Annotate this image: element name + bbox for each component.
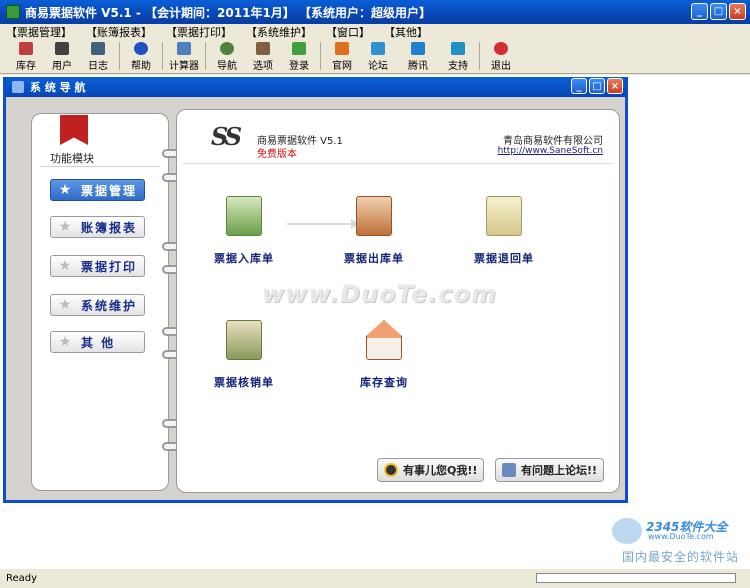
nav-area: 功能模块 ★ 票据管理 ★ 账簿报表 ★ 票据打印 ★ 系统维护 ★ 其 他 SS 商易票…: [6, 97, 625, 500]
nav-window-titlebar: 系 统 导 航 _ □ ×: [6, 77, 625, 97]
nav-window-title: 系 统 导 航: [30, 81, 86, 94]
toolbar-options-button[interactable]: 选项: [245, 42, 281, 72]
menu-bill-management[interactable]: 【票据管理】: [6, 24, 72, 40]
status-progress-bar: [536, 573, 736, 583]
app-icon: [6, 5, 20, 19]
module-button-ledger-reports[interactable]: ★ 账簿报表: [50, 216, 145, 238]
toolbar-user-button[interactable]: 用户: [44, 42, 80, 72]
nav-close-button[interactable]: ×: [607, 78, 623, 94]
site-watermark: www.DuoTe.com: [262, 280, 497, 308]
toolbar-website-button[interactable]: 官网: [324, 42, 360, 72]
help-icon: [134, 42, 148, 55]
user-icon: [55, 42, 69, 55]
toolbar-inventory-button[interactable]: 库存: [8, 42, 44, 72]
module-button-other[interactable]: ★ 其 他: [50, 331, 145, 353]
toolbar-log-button[interactable]: 日志: [80, 42, 116, 72]
return-icon: [486, 196, 522, 236]
writeoff-icon: [226, 320, 262, 360]
menu-bar: 【票据管理】 【账簿报表】 【票据打印】 【系统维护】 【窗口】 【其他】: [0, 24, 750, 40]
star-icon: ★: [58, 219, 72, 235]
company-logo: SS: [211, 122, 242, 151]
stock-out-icon: [356, 196, 392, 236]
exit-icon: [494, 42, 508, 55]
qq-icon: [411, 42, 425, 55]
divider: [40, 166, 160, 167]
toolbar-help-button[interactable]: 帮助: [123, 42, 159, 72]
toolbar-separator: [119, 42, 120, 70]
toolbar-navigate-button[interactable]: 导航: [209, 42, 245, 72]
nav-minimize-button[interactable]: _: [571, 78, 587, 94]
toolbar-exit-button[interactable]: 退出: [483, 42, 519, 72]
star-icon: ★: [58, 258, 72, 274]
module-button-bill-printing[interactable]: ★ 票据打印: [50, 255, 145, 277]
toolbar-calculator-button[interactable]: 计算器: [166, 42, 202, 72]
support-icon: [451, 42, 465, 55]
toolbar-separator: [162, 42, 163, 70]
writeoff-item[interactable]: 票据核销单: [189, 320, 299, 390]
forum-icon: [502, 463, 516, 477]
status-text: Ready: [6, 573, 38, 584]
module-panel: 功能模块 ★ 票据管理 ★ 账簿报表 ★ 票据打印 ★ 系统维护 ★ 其 他: [31, 113, 169, 491]
minimize-button[interactable]: _: [691, 3, 708, 20]
website-icon: [335, 42, 349, 55]
log-icon: [91, 42, 105, 55]
close-button[interactable]: ×: [729, 3, 746, 20]
nav-maximize-button[interactable]: □: [589, 78, 605, 94]
nav-window-icon: [12, 81, 24, 93]
forum-question-button[interactable]: 有问题上论坛!!: [495, 458, 605, 482]
options-icon: [256, 42, 270, 55]
module-section-label: 功能模块: [50, 152, 94, 165]
star-icon: ★: [58, 334, 72, 350]
toolbar-login-button[interactable]: 登录: [281, 42, 317, 72]
forum-icon: [371, 42, 385, 55]
menu-bill-printing[interactable]: 【票据打印】: [166, 24, 232, 40]
function-panel: SS 商易票据软件 V5.1 免费版本 青岛商易软件有限公司 http://ww…: [176, 109, 620, 493]
star-icon: ★: [58, 182, 72, 198]
company-url-link[interactable]: http://www.SaneSoft.cn: [498, 146, 603, 156]
calculator-icon: [177, 42, 191, 55]
menu-other[interactable]: 【其他】: [384, 24, 428, 40]
status-bar: Ready: [0, 568, 750, 588]
toolbar-qq-button[interactable]: 腾讯: [396, 42, 440, 72]
stock-out-item[interactable]: 票据出库单: [319, 196, 429, 266]
divider: [183, 163, 613, 164]
mascot-icon: [612, 518, 642, 544]
company-name: 青岛商易软件有限公司: [503, 136, 603, 147]
module-button-system-maintenance[interactable]: ★ 系统维护: [50, 294, 145, 316]
toolbar-forum-button[interactable]: 论坛: [360, 42, 396, 72]
stock-in-icon: [226, 196, 262, 236]
app-titlebar: 商易票据软件 V5.1 - 【会计期间：2011年1月】 【系统用户：超级用户】…: [0, 0, 750, 24]
toolbar-separator: [205, 42, 206, 70]
nav-window: 系 统 导 航 _ □ × 功能模块 ★ 票据管理 ★ 账簿报表 ★ 票据打印 ★ 系统…: [3, 77, 628, 503]
toolbar: 库存 用户 日志 帮助 计算器 导航 选项 登录 官网 论坛 腾讯 支持 退出: [0, 40, 750, 74]
toolbar-support-button[interactable]: 支持: [440, 42, 476, 72]
menu-window[interactable]: 【窗口】: [326, 24, 370, 40]
home-icon: [19, 42, 33, 55]
star-icon: ★: [58, 297, 72, 313]
login-icon: [292, 42, 306, 55]
brand-watermark: 2345软件大全 www.DuoTe.com 国内最安全的软件站: [612, 518, 747, 568]
menu-system-maintenance[interactable]: 【系统维护】: [246, 24, 312, 40]
module-button-bill-management[interactable]: ★ 票据管理: [50, 179, 145, 201]
ribbon-bookmark-icon: [60, 115, 88, 145]
edition-label: 免费版本: [257, 149, 297, 160]
qq-penguin-icon: [384, 463, 398, 477]
qq-contact-button[interactable]: 有事儿您Q我!!: [377, 458, 485, 482]
navigate-icon: [220, 42, 234, 55]
toolbar-separator: [479, 42, 480, 70]
return-item[interactable]: 票据退回单: [449, 196, 559, 266]
menu-ledger-reports[interactable]: 【账簿报表】: [86, 24, 152, 40]
inventory-house-icon: [366, 320, 402, 360]
toolbar-separator: [320, 42, 321, 70]
app-title: 商易票据软件 V5.1 - 【会计期间：2011年1月】 【系统用户：超级用户】: [25, 5, 431, 20]
stock-in-item[interactable]: 票据入库单: [189, 196, 299, 266]
maximize-button[interactable]: □: [710, 3, 727, 20]
inventory-query-item[interactable]: 库存查询: [329, 320, 439, 390]
